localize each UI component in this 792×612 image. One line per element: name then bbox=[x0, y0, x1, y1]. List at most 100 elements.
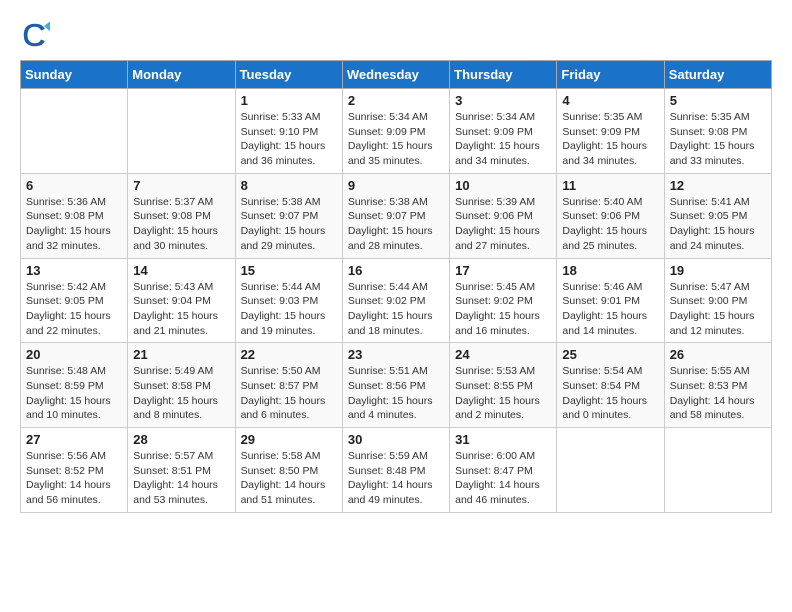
day-detail: Sunrise: 5:46 AM Sunset: 9:01 PM Dayligh… bbox=[562, 280, 658, 339]
day-number: 19 bbox=[670, 263, 766, 278]
day-detail: Sunrise: 6:00 AM Sunset: 8:47 PM Dayligh… bbox=[455, 449, 551, 508]
calendar-day-cell bbox=[664, 428, 771, 513]
day-number: 2 bbox=[348, 93, 444, 108]
calendar-day-cell: 14 Sunrise: 5:43 AM Sunset: 9:04 PM Dayli… bbox=[128, 258, 235, 343]
day-detail: Sunrise: 5:57 AM Sunset: 8:51 PM Dayligh… bbox=[133, 449, 229, 508]
day-number: 23 bbox=[348, 347, 444, 362]
weekday-header: Tuesday bbox=[235, 61, 342, 89]
calendar-day-cell: 21 Sunrise: 5:49 AM Sunset: 8:58 PM Dayli… bbox=[128, 343, 235, 428]
calendar-day-cell bbox=[557, 428, 664, 513]
weekday-header: Wednesday bbox=[342, 61, 449, 89]
calendar-week-row: 6Sunrise: 5:36 AM Sunset: 9:08 PM Daylig… bbox=[21, 173, 772, 258]
weekday-header: Friday bbox=[557, 61, 664, 89]
day-number: 27 bbox=[26, 432, 122, 447]
day-number: 8 bbox=[241, 178, 337, 193]
weekday-header: Sunday bbox=[21, 61, 128, 89]
calendar-day-cell: 28Sunrise: 5:57 AM Sunset: 8:51 PM Dayli… bbox=[128, 428, 235, 513]
day-detail: Sunrise: 5:41 AM Sunset: 9:05 PM Dayligh… bbox=[670, 195, 766, 254]
calendar-day-cell: 1 Sunrise: 5:33 AM Sunset: 9:10 PM Daylig… bbox=[235, 89, 342, 174]
weekday-header: Saturday bbox=[664, 61, 771, 89]
calendar-week-row: 1 Sunrise: 5:33 AM Sunset: 9:10 PM Daylig… bbox=[21, 89, 772, 174]
calendar-day-cell: 17 Sunrise: 5:45 AM Sunset: 9:02 PM Dayli… bbox=[450, 258, 557, 343]
calendar-day-cell: 4 Sunrise: 5:35 AM Sunset: 9:09 PM Daylig… bbox=[557, 89, 664, 174]
calendar-day-cell: 19 Sunrise: 5:47 AM Sunset: 9:00 PM Dayli… bbox=[664, 258, 771, 343]
calendar-day-cell: 20 Sunrise: 5:48 AM Sunset: 8:59 PM Dayli… bbox=[21, 343, 128, 428]
calendar-day-cell: 29 Sunrise: 5:58 AM Sunset: 8:50 PM Dayli… bbox=[235, 428, 342, 513]
weekday-header: Monday bbox=[128, 61, 235, 89]
day-number: 22 bbox=[241, 347, 337, 362]
day-number: 21 bbox=[133, 347, 229, 362]
day-detail: Sunrise: 5:54 AM Sunset: 8:54 PM Dayligh… bbox=[562, 364, 658, 423]
day-number: 4 bbox=[562, 93, 658, 108]
day-number: 16 bbox=[348, 263, 444, 278]
day-number: 14 bbox=[133, 263, 229, 278]
day-number: 1 bbox=[241, 93, 337, 108]
day-detail: Sunrise: 5:58 AM Sunset: 8:50 PM Dayligh… bbox=[241, 449, 337, 508]
calendar-day-cell: 10 Sunrise: 5:39 AM Sunset: 9:06 PM Dayli… bbox=[450, 173, 557, 258]
day-detail: Sunrise: 5:44 AM Sunset: 9:03 PM Dayligh… bbox=[241, 280, 337, 339]
day-detail: Sunrise: 5:49 AM Sunset: 8:58 PM Dayligh… bbox=[133, 364, 229, 423]
calendar-day-cell: 24Sunrise: 5:53 AM Sunset: 8:55 PM Dayli… bbox=[450, 343, 557, 428]
day-number: 29 bbox=[241, 432, 337, 447]
day-detail: Sunrise: 5:39 AM Sunset: 9:06 PM Dayligh… bbox=[455, 195, 551, 254]
calendar-day-cell: 16 Sunrise: 5:44 AM Sunset: 9:02 PM Dayli… bbox=[342, 258, 449, 343]
calendar-day-cell: 9 Sunrise: 5:38 AM Sunset: 9:07 PM Daylig… bbox=[342, 173, 449, 258]
calendar-day-cell: 11 Sunrise: 5:40 AM Sunset: 9:06 PM Dayli… bbox=[557, 173, 664, 258]
calendar-day-cell: 31 Sunrise: 6:00 AM Sunset: 8:47 PM Dayli… bbox=[450, 428, 557, 513]
day-detail: Sunrise: 5:33 AM Sunset: 9:10 PM Dayligh… bbox=[241, 110, 337, 169]
calendar-day-cell: 25Sunrise: 5:54 AM Sunset: 8:54 PM Dayli… bbox=[557, 343, 664, 428]
calendar-header-row: SundayMondayTuesdayWednesdayThursdayFrid… bbox=[21, 61, 772, 89]
day-detail: Sunrise: 5:44 AM Sunset: 9:02 PM Dayligh… bbox=[348, 280, 444, 339]
day-detail: Sunrise: 5:43 AM Sunset: 9:04 PM Dayligh… bbox=[133, 280, 229, 339]
calendar-day-cell: 5 Sunrise: 5:35 AM Sunset: 9:08 PM Daylig… bbox=[664, 89, 771, 174]
day-detail: Sunrise: 5:35 AM Sunset: 9:09 PM Dayligh… bbox=[562, 110, 658, 169]
calendar-day-cell: 7Sunrise: 5:37 AM Sunset: 9:08 PM Daylig… bbox=[128, 173, 235, 258]
day-detail: Sunrise: 5:53 AM Sunset: 8:55 PM Dayligh… bbox=[455, 364, 551, 423]
calendar-day-cell bbox=[21, 89, 128, 174]
day-number: 26 bbox=[670, 347, 766, 362]
day-number: 12 bbox=[670, 178, 766, 193]
calendar-day-cell: 27 Sunrise: 5:56 AM Sunset: 8:52 PM Dayli… bbox=[21, 428, 128, 513]
calendar-day-cell: 22 Sunrise: 5:50 AM Sunset: 8:57 PM Dayli… bbox=[235, 343, 342, 428]
calendar-table: SundayMondayTuesdayWednesdayThursdayFrid… bbox=[20, 60, 772, 513]
day-number: 20 bbox=[26, 347, 122, 362]
day-number: 18 bbox=[562, 263, 658, 278]
day-detail: Sunrise: 5:38 AM Sunset: 9:07 PM Dayligh… bbox=[348, 195, 444, 254]
calendar-week-row: 27 Sunrise: 5:56 AM Sunset: 8:52 PM Dayli… bbox=[21, 428, 772, 513]
day-number: 11 bbox=[562, 178, 658, 193]
day-number: 13 bbox=[26, 263, 122, 278]
day-detail: Sunrise: 5:40 AM Sunset: 9:06 PM Dayligh… bbox=[562, 195, 658, 254]
day-detail: Sunrise: 5:36 AM Sunset: 9:08 PM Dayligh… bbox=[26, 195, 122, 254]
day-number: 5 bbox=[670, 93, 766, 108]
day-detail: Sunrise: 5:50 AM Sunset: 8:57 PM Dayligh… bbox=[241, 364, 337, 423]
calendar-day-cell: 6Sunrise: 5:36 AM Sunset: 9:08 PM Daylig… bbox=[21, 173, 128, 258]
calendar-week-row: 13 Sunrise: 5:42 AM Sunset: 9:05 PM Dayli… bbox=[21, 258, 772, 343]
logo-icon bbox=[20, 20, 50, 50]
calendar-week-row: 20 Sunrise: 5:48 AM Sunset: 8:59 PM Dayli… bbox=[21, 343, 772, 428]
calendar-day-cell: 15 Sunrise: 5:44 AM Sunset: 9:03 PM Dayli… bbox=[235, 258, 342, 343]
day-detail: Sunrise: 5:35 AM Sunset: 9:08 PM Dayligh… bbox=[670, 110, 766, 169]
day-detail: Sunrise: 5:47 AM Sunset: 9:00 PM Dayligh… bbox=[670, 280, 766, 339]
day-detail: Sunrise: 5:34 AM Sunset: 9:09 PM Dayligh… bbox=[348, 110, 444, 169]
day-detail: Sunrise: 5:48 AM Sunset: 8:59 PM Dayligh… bbox=[26, 364, 122, 423]
calendar-day-cell: 3Sunrise: 5:34 AM Sunset: 9:09 PM Daylig… bbox=[450, 89, 557, 174]
calendar-day-cell: 12 Sunrise: 5:41 AM Sunset: 9:05 PM Dayli… bbox=[664, 173, 771, 258]
day-detail: Sunrise: 5:42 AM Sunset: 9:05 PM Dayligh… bbox=[26, 280, 122, 339]
day-number: 9 bbox=[348, 178, 444, 193]
calendar-day-cell: 30Sunrise: 5:59 AM Sunset: 8:48 PM Dayli… bbox=[342, 428, 449, 513]
calendar-day-cell bbox=[128, 89, 235, 174]
calendar-day-cell: 26Sunrise: 5:55 AM Sunset: 8:53 PM Dayli… bbox=[664, 343, 771, 428]
day-detail: Sunrise: 5:56 AM Sunset: 8:52 PM Dayligh… bbox=[26, 449, 122, 508]
calendar-day-cell: 2 Sunrise: 5:34 AM Sunset: 9:09 PM Daylig… bbox=[342, 89, 449, 174]
day-number: 31 bbox=[455, 432, 551, 447]
day-number: 10 bbox=[455, 178, 551, 193]
calendar-day-cell: 13 Sunrise: 5:42 AM Sunset: 9:05 PM Dayli… bbox=[21, 258, 128, 343]
weekday-header: Thursday bbox=[450, 61, 557, 89]
day-detail: Sunrise: 5:51 AM Sunset: 8:56 PM Dayligh… bbox=[348, 364, 444, 423]
day-number: 17 bbox=[455, 263, 551, 278]
calendar-day-cell: 23 Sunrise: 5:51 AM Sunset: 8:56 PM Dayli… bbox=[342, 343, 449, 428]
day-number: 15 bbox=[241, 263, 337, 278]
day-number: 30 bbox=[348, 432, 444, 447]
day-number: 7 bbox=[133, 178, 229, 193]
day-detail: Sunrise: 5:45 AM Sunset: 9:02 PM Dayligh… bbox=[455, 280, 551, 339]
